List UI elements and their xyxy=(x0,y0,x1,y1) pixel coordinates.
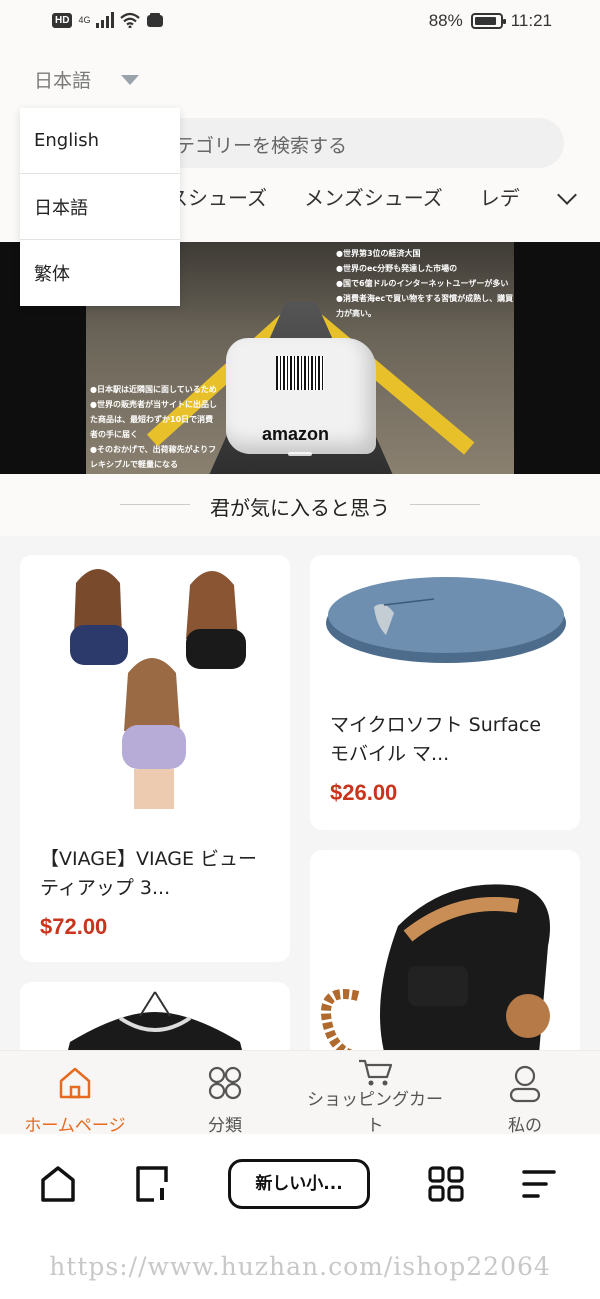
language-selector[interactable]: 日本語 xyxy=(34,66,140,93)
product-card[interactable]: 【VIAGE】VIAGE ビューティアップ 3... $72.00 xyxy=(20,555,290,962)
search-placeholder: テゴリーを検索する xyxy=(176,135,348,157)
product-title: 【VIAGE】VIAGE ビューティアップ 3... xyxy=(40,848,258,899)
status-right: 88% 11:21 xyxy=(429,11,552,31)
search-input[interactable]: テゴリーを検索する xyxy=(160,118,564,168)
status-bar: HD 4G 88% 11:21 xyxy=(0,0,600,46)
bottom-navigation: ホームページ 分類 ショッピングカート 私の xyxy=(0,1050,600,1136)
category-tabs: スシューズ メンズシューズ レデ xyxy=(168,182,600,222)
nav-profile[interactable]: 私の xyxy=(450,1051,600,1136)
product-image xyxy=(70,569,246,809)
language-option-english[interactable]: English xyxy=(20,108,180,174)
network-type-label: 4G xyxy=(78,15,91,25)
watermark: https://www.huzhan.com/ishop22064 xyxy=(49,1252,551,1281)
nav-label: ショッピングカート xyxy=(307,1090,443,1136)
status-indicators: HD 4G xyxy=(52,12,164,28)
product-card[interactable] xyxy=(310,850,580,1080)
product-image xyxy=(326,577,566,663)
product-price: $26.00 xyxy=(330,780,398,805)
language-option-japanese[interactable]: 日本語 xyxy=(20,174,180,240)
menu-icon[interactable] xyxy=(520,1164,560,1204)
nav-label: 分類 xyxy=(208,1116,242,1136)
product-image xyxy=(321,884,550,1066)
language-menu: English 日本語 繁体 xyxy=(20,108,180,306)
huawei-icon xyxy=(147,13,164,27)
caret-down-icon xyxy=(121,74,140,85)
person-icon xyxy=(509,1065,541,1103)
nav-home[interactable]: ホームページ xyxy=(0,1051,150,1136)
language-current: 日本語 xyxy=(34,70,92,92)
battery-icon xyxy=(470,13,506,29)
tab-category[interactable]: レデ xyxy=(480,182,520,211)
section-title: 君が気に入ると思う xyxy=(210,496,390,520)
grid-icon xyxy=(208,1066,242,1100)
tabs-button-icon[interactable] xyxy=(132,1164,172,1204)
clock: 11:21 xyxy=(510,11,552,30)
tab-category[interactable]: スシューズ xyxy=(168,182,267,211)
package-brand: amazon xyxy=(262,424,330,444)
product-title: マイクロソフト Surface モバイル マ... xyxy=(330,714,542,765)
wifi-icon xyxy=(120,12,141,28)
new-tab-button[interactable]: 新しい小... xyxy=(228,1159,370,1209)
browser-toolbar: 新しい小... https://www.huzhan.com/ishop2206… xyxy=(0,1134,600,1299)
nav-label: 私の xyxy=(508,1116,542,1136)
home-icon xyxy=(59,1067,91,1099)
product-price: $72.00 xyxy=(40,914,108,939)
language-option-traditional-chinese[interactable]: 繁体 xyxy=(20,240,180,306)
battery-percent: 88% xyxy=(428,11,463,30)
hd-badge: HD xyxy=(52,12,73,28)
home-button-icon[interactable] xyxy=(38,1164,78,1204)
carousel-indicator xyxy=(288,452,312,456)
package-image: amazon xyxy=(226,338,376,454)
banner-text-bottom: ●日本駅は近隣国に面しているため ●世界の販売者が当サイトに出品した商品は、最短… xyxy=(90,385,217,469)
cart-icon xyxy=(359,1059,393,1086)
product-card[interactable]: マイクロソフト Surface モバイル マ... $26.00 xyxy=(310,555,580,830)
nav-label: ホームページ xyxy=(24,1116,126,1136)
apps-grid-icon[interactable] xyxy=(426,1164,466,1204)
nav-category[interactable]: 分類 xyxy=(150,1051,300,1136)
tab-category[interactable]: メンズシューズ xyxy=(304,182,443,211)
signal-icon xyxy=(96,12,115,28)
recommend-section-header: 君が気に入ると思う xyxy=(0,474,600,536)
barcode-icon xyxy=(276,356,324,390)
banner-text-top: ●世界第3位の経済大国 ●世界のec分野も発達した市場の ●国で6億ドルのインタ… xyxy=(336,249,514,318)
nav-cart[interactable]: ショッピングカート xyxy=(300,1051,450,1136)
